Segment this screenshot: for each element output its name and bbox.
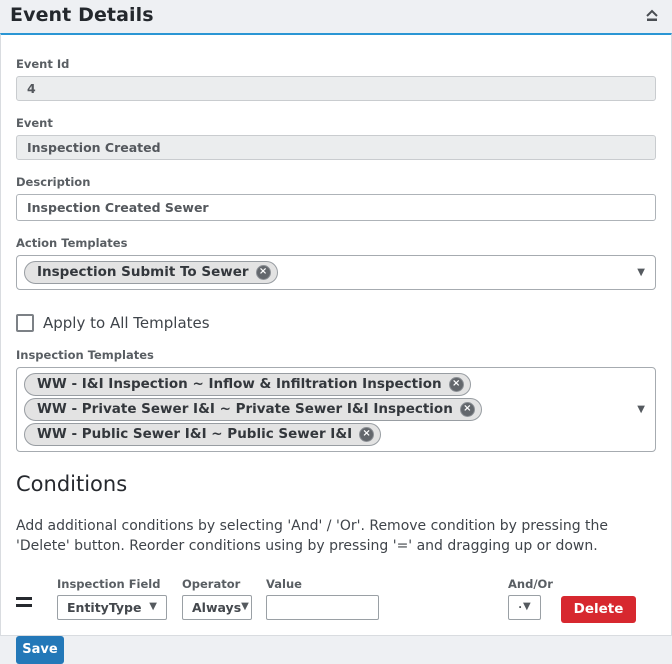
operator-label: Operator <box>182 577 252 591</box>
inspection-template-chip: WW - Private Sewer I&I ~ Private Sewer I… <box>24 398 482 421</box>
conditions-help-text: Add additional conditions by selecting '… <box>16 516 656 557</box>
action-template-chip: Inspection Submit To Sewer × <box>24 261 278 284</box>
condition-row: Inspection Field EntityType ▼ Operator A… <box>16 577 656 623</box>
drag-handle-icon[interactable] <box>16 597 36 611</box>
delete-button[interactable]: Delete <box>561 596 636 623</box>
chip-label: WW - Public Sewer I&I ~ Public Sewer I&I <box>37 426 352 442</box>
remove-chip-icon[interactable]: × <box>460 402 475 417</box>
action-templates-field-group: Action Templates Inspection Submit To Se… <box>16 236 656 290</box>
event-details-panel: Event Id Event Description Action Templa… <box>0 33 672 636</box>
apply-all-templates-checkbox[interactable] <box>16 314 34 332</box>
chevron-down-icon[interactable]: ▼ <box>637 268 645 278</box>
value-label: Value <box>266 577 379 591</box>
inspection-template-chip: WW - Public Sewer I&I ~ Public Sewer I&I… <box>24 423 381 446</box>
andor-group: And/Or . ▼ <box>508 577 541 620</box>
apply-all-templates-label: Apply to All Templates <box>43 314 210 332</box>
andor-placeholder: . <box>518 600 522 611</box>
action-templates-multiselect[interactable]: Inspection Submit To Sewer × ▼ <box>16 255 656 290</box>
event-label: Event <box>16 116 656 130</box>
remove-chip-icon[interactable]: × <box>256 265 271 280</box>
inspection-templates-field-group: Inspection Templates WW - I&I Inspection… <box>16 348 656 452</box>
andor-select[interactable]: . ▼ <box>508 595 541 620</box>
apply-all-templates-row: Apply to All Templates <box>16 314 656 332</box>
andor-label: And/Or <box>508 577 541 591</box>
inspection-field-label: Inspection Field <box>57 577 167 591</box>
description-field-group: Description <box>16 175 656 221</box>
collapse-icon[interactable] <box>644 7 660 26</box>
event-details-header: Event Details <box>0 0 672 33</box>
page-title: Event Details <box>10 4 154 26</box>
chip-label: Inspection Submit To Sewer <box>37 264 249 280</box>
description-label: Description <box>16 175 656 189</box>
inspection-templates-multiselect[interactable]: WW - I&I Inspection ~ Inflow & Infiltrat… <box>16 367 656 452</box>
chevron-down-icon[interactable]: ▼ <box>637 405 645 415</box>
chevron-down-icon: ▼ <box>149 602 157 612</box>
value-input[interactable] <box>266 595 379 620</box>
inspection-template-chips: WW - I&I Inspection ~ Inflow & Infiltrat… <box>24 372 629 447</box>
event-field-group: Event <box>16 116 656 160</box>
operator-value: Always <box>192 600 241 615</box>
conditions-title: Conditions <box>16 472 656 496</box>
event-id-input[interactable] <box>16 76 656 101</box>
value-group: Value <box>266 577 379 620</box>
inspection-templates-label: Inspection Templates <box>16 348 656 362</box>
operator-group: Operator Always ▼ <box>182 577 252 620</box>
inspection-field-select[interactable]: EntityType ▼ <box>57 595 167 620</box>
inspection-field-value: EntityType <box>67 600 141 615</box>
chip-label: WW - Private Sewer I&I ~ Private Sewer I… <box>37 401 453 417</box>
event-id-label: Event Id <box>16 57 656 71</box>
operator-select[interactable]: Always ▼ <box>182 595 252 620</box>
action-templates-label: Action Templates <box>16 236 656 250</box>
remove-chip-icon[interactable]: × <box>359 427 374 442</box>
inspection-field-group: Inspection Field EntityType ▼ <box>57 577 167 620</box>
description-input[interactable] <box>16 194 656 221</box>
inspection-template-chip: WW - I&I Inspection ~ Inflow & Infiltrat… <box>24 373 471 396</box>
chevron-down-icon: ▼ <box>241 602 249 612</box>
chip-label: WW - I&I Inspection ~ Inflow & Infiltrat… <box>37 376 442 392</box>
event-id-field-group: Event Id <box>16 57 656 101</box>
save-button[interactable]: Save <box>16 636 64 664</box>
event-input[interactable] <box>16 135 656 160</box>
remove-chip-icon[interactable]: × <box>449 377 464 392</box>
chevron-down-icon: ▼ <box>523 602 531 612</box>
